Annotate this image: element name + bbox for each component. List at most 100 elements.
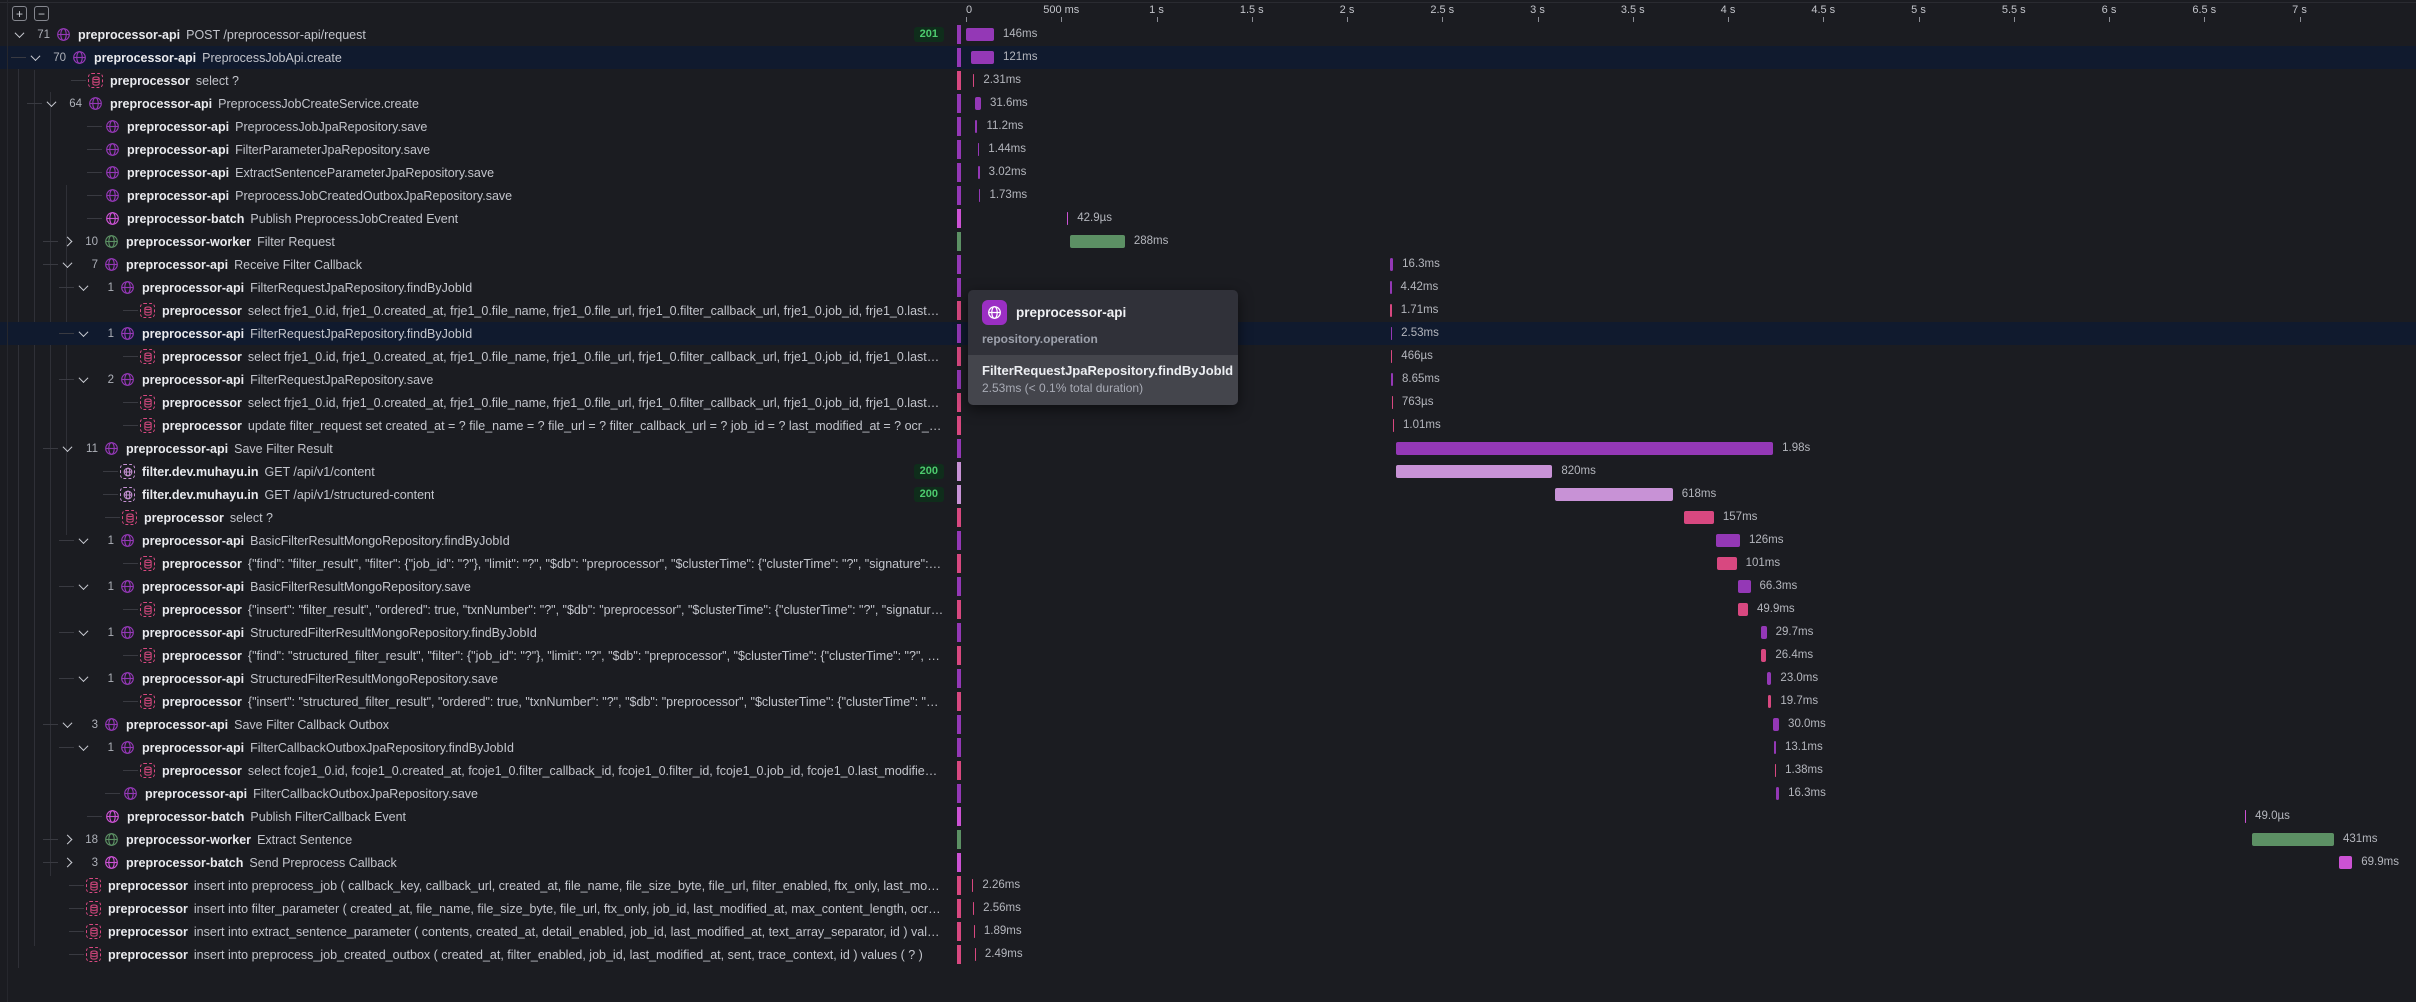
span-duration-bar[interactable] (971, 51, 994, 64)
span-duration-bar[interactable] (1775, 764, 1776, 777)
span-duration-bar[interactable] (1555, 488, 1673, 501)
trace-span-row[interactable]: 1 preprocessor-api BasicFilterResultMong… (0, 529, 2416, 552)
span-duration-bar[interactable] (1390, 304, 1391, 317)
span-duration-bar[interactable] (1716, 534, 1740, 547)
span-duration-bar[interactable] (1392, 396, 1393, 409)
span-duration-bar[interactable] (1396, 465, 1552, 478)
span-duration-bar[interactable] (972, 879, 973, 892)
trace-span-row[interactable]: filter.dev.muhayu.in GET /api/v1/content… (0, 460, 2416, 483)
trace-span-row[interactable]: 11 preprocessor-api Save Filter Result 1… (0, 437, 2416, 460)
span-duration-bar[interactable] (1776, 787, 1779, 800)
span-duration-bar[interactable] (978, 143, 979, 156)
span-duration-bar[interactable] (1391, 327, 1392, 340)
span-duration-bar[interactable] (1070, 235, 1125, 248)
trace-span-row[interactable]: 70 preprocessor-api PreprocessJobApi.cre… (0, 46, 2416, 69)
span-duration-bar[interactable] (1768, 695, 1772, 708)
chevron-down-icon[interactable] (28, 54, 42, 61)
span-duration-bar[interactable] (1390, 281, 1391, 294)
span-duration-bar[interactable] (974, 925, 975, 938)
trace-span-row[interactable]: preprocessor insert into filter_paramete… (0, 897, 2416, 920)
span-duration-bar[interactable] (1390, 258, 1393, 271)
span-duration-bar[interactable] (1717, 557, 1736, 570)
chevron-down-icon[interactable] (44, 100, 58, 107)
chevron-right-icon[interactable] (60, 859, 74, 866)
chevron-down-icon[interactable] (76, 629, 90, 636)
trace-span-row[interactable]: preprocessor select ? 2.31ms (0, 69, 2416, 92)
collapse-all-button[interactable]: − (34, 6, 49, 21)
chevron-down-icon[interactable] (76, 376, 90, 383)
trace-span-row[interactable]: 1 preprocessor-api FilterCallbackOutboxJ… (0, 736, 2416, 759)
chevron-down-icon[interactable] (76, 537, 90, 544)
chevron-down-icon[interactable] (60, 261, 74, 268)
trace-span-row[interactable]: filter.dev.muhayu.in GET /api/v1/structu… (0, 483, 2416, 506)
chevron-down-icon[interactable] (76, 284, 90, 291)
trace-span-row[interactable]: 64 preprocessor-api PreprocessJobCreateS… (0, 92, 2416, 115)
chevron-down-icon[interactable] (60, 445, 74, 452)
chevron-down-icon[interactable] (76, 583, 90, 590)
trace-span-row[interactable]: preprocessor {"find": "structured_filter… (0, 644, 2416, 667)
chevron-right-icon[interactable] (60, 238, 74, 245)
span-duration-bar[interactable] (2339, 856, 2352, 869)
span-duration-bar[interactable] (975, 97, 981, 110)
trace-span-row[interactable]: 1 preprocessor-api StructuredFilterResul… (0, 667, 2416, 690)
span-label: preprocessor update filter_request set c… (0, 414, 950, 437)
trace-span-row[interactable]: preprocessor-api ExtractSentenceParamete… (0, 161, 2416, 184)
expand-all-button[interactable]: + (12, 6, 27, 21)
span-duration-bar[interactable] (1738, 580, 1751, 593)
globe-icon (982, 300, 1007, 325)
service-name: preprocessor-api (110, 97, 212, 111)
span-duration-bar[interactable] (1767, 672, 1771, 685)
span-duration-bar[interactable] (979, 189, 980, 202)
span-duration-bar[interactable] (1684, 511, 1714, 524)
trace-span-row[interactable]: preprocessor insert into preprocess_job … (0, 874, 2416, 897)
chevron-down-icon[interactable] (76, 744, 90, 751)
span-duration-bar[interactable] (1396, 442, 1773, 455)
span-color-indicator (957, 945, 961, 964)
chevron-down-icon[interactable] (60, 721, 74, 728)
trace-span-row[interactable]: 3 preprocessor-batch Send Preprocess Cal… (0, 851, 2416, 874)
span-duration-bar[interactable] (2245, 810, 2246, 823)
trace-span-row[interactable]: preprocessor {"insert": "structured_filt… (0, 690, 2416, 713)
span-duration-bar[interactable] (2252, 833, 2334, 846)
span-duration-bar[interactable] (1774, 741, 1776, 754)
trace-span-row[interactable]: 1 preprocessor-api BasicFilterResultMong… (0, 575, 2416, 598)
span-duration-bar[interactable] (975, 120, 977, 133)
trace-span-row[interactable]: 18 preprocessor-worker Extract Sentence … (0, 828, 2416, 851)
span-duration-bar[interactable] (1391, 373, 1393, 386)
trace-span-row[interactable]: 3 preprocessor-api Save Filter Callback … (0, 713, 2416, 736)
chevron-down-icon[interactable] (76, 330, 90, 337)
span-duration-bar[interactable] (966, 28, 994, 41)
operation-name: insert into preprocess_job ( callback_ke… (194, 879, 944, 893)
trace-span-row[interactable]: preprocessor-api FilterCallbackOutboxJpa… (0, 782, 2416, 805)
trace-span-row[interactable]: preprocessor-api PreprocessJobCreatedOut… (0, 184, 2416, 207)
span-duration-bar[interactable] (975, 948, 976, 961)
span-duration-bar[interactable] (1393, 419, 1394, 432)
trace-span-row[interactable]: preprocessor select ? 157ms (0, 506, 2416, 529)
span-duration-bar[interactable] (1761, 626, 1767, 639)
trace-span-row[interactable]: preprocessor-batch Publish FilterCallbac… (0, 805, 2416, 828)
trace-span-row[interactable]: 7 preprocessor-api Receive Filter Callba… (0, 253, 2416, 276)
span-duration-bar[interactable] (973, 902, 974, 915)
trace-span-row[interactable]: preprocessor-api FilterParameterJpaRepos… (0, 138, 2416, 161)
span-duration-bar[interactable] (1738, 603, 1748, 616)
span-duration-bar[interactable] (1391, 350, 1392, 363)
span-duration-bar[interactable] (1067, 212, 1068, 225)
trace-span-row[interactable]: preprocessor select fcoje1_0.id, fcoje1_… (0, 759, 2416, 782)
span-duration-bar[interactable] (1761, 649, 1766, 662)
span-duration-bar[interactable] (1773, 718, 1779, 731)
chevron-down-icon[interactable] (76, 675, 90, 682)
trace-span-row[interactable]: preprocessor-api PreprocessJobJpaReposit… (0, 115, 2416, 138)
span-duration-bar[interactable] (978, 166, 979, 179)
trace-span-row[interactable]: preprocessor {"insert": "filter_result",… (0, 598, 2416, 621)
trace-span-row[interactable]: preprocessor-batch Publish PreprocessJob… (0, 207, 2416, 230)
trace-span-row[interactable]: preprocessor update filter_request set c… (0, 414, 2416, 437)
trace-span-row[interactable]: 1 preprocessor-api StructuredFilterResul… (0, 621, 2416, 644)
trace-span-row[interactable]: preprocessor {"find": "filter_result", "… (0, 552, 2416, 575)
span-duration-bar[interactable] (973, 74, 974, 87)
trace-span-row[interactable]: preprocessor insert into extract_sentenc… (0, 920, 2416, 943)
trace-span-row[interactable]: 71 preprocessor-api POST /preprocessor-a… (0, 23, 2416, 46)
chevron-down-icon[interactable] (12, 31, 26, 38)
trace-span-row[interactable]: preprocessor insert into preprocess_job_… (0, 943, 2416, 966)
chevron-right-icon[interactable] (60, 836, 74, 843)
trace-span-row[interactable]: 10 preprocessor-worker Filter Request 28… (0, 230, 2416, 253)
